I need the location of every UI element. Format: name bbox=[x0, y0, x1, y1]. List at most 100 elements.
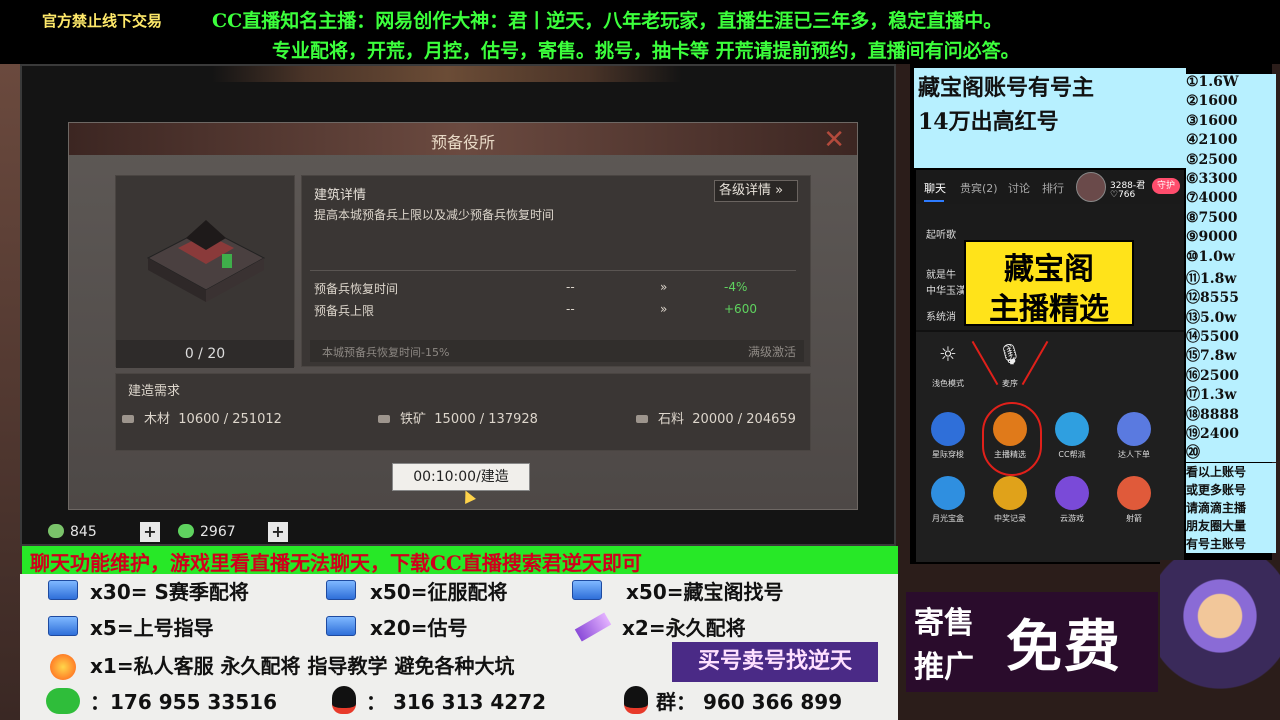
build-requirements: 建造需求 木材 10600 / 251012 铁矿 15000 / 137928… bbox=[115, 373, 811, 451]
notice-text: 聊天功能维护，游戏里看直播无法聊天，下载CC直播搜索君逆天即可 bbox=[30, 551, 642, 575]
building-preview: 0 / 20 bbox=[115, 175, 295, 368]
list-item: ⑤2500 bbox=[1186, 151, 1276, 171]
resource-value: 2967 bbox=[200, 524, 236, 540]
highlight-circle bbox=[982, 402, 1042, 476]
light-mode-icon[interactable]: ☼ bbox=[928, 342, 968, 366]
menu-item-star-travel[interactable]: 星际穿梭 bbox=[920, 412, 976, 460]
active-tab-indicator bbox=[924, 200, 944, 202]
tab-vip[interactable]: 贵宾(2) bbox=[960, 180, 998, 196]
menu-item-cloud-game[interactable]: 云游戏 bbox=[1044, 476, 1100, 524]
account-price-title: 14万出高红号 bbox=[918, 109, 1059, 135]
stat-row: 预备兵恢复时间 -- » -4% bbox=[314, 280, 794, 300]
menu-item-prize-record[interactable]: 中奖记录 bbox=[982, 476, 1038, 524]
price-item: x2=永久配将 bbox=[622, 616, 746, 640]
buy-sell-banner: 买号卖号找逆天 bbox=[672, 642, 878, 682]
menu-item-expert-order[interactable]: 达人下单 bbox=[1106, 412, 1162, 460]
jade-icon bbox=[48, 524, 64, 538]
star-travel-icon bbox=[931, 412, 965, 446]
arrow-icon: » bbox=[660, 280, 668, 294]
stat-current: -- bbox=[566, 302, 575, 316]
price-item: x30= S赛季配将 bbox=[90, 580, 249, 604]
microphone-icon[interactable]: 🎙 bbox=[990, 342, 1030, 366]
stat-row: 预备兵上限 -- » +600 bbox=[314, 302, 794, 322]
game-window: 预备役所 ✕ 0 / 20 建筑详情 各级详情 » 提高本城预备兵上限以及减少预… bbox=[20, 64, 896, 546]
menu-item-moonlight-box[interactable]: 月光宝盒 bbox=[920, 476, 976, 524]
resource-amount: 20000 / 204659 bbox=[692, 412, 796, 427]
list-item: ⑱8888 bbox=[1186, 403, 1276, 424]
full-level-bonus: 本城预备兵恢复时间-15% 满级激活 bbox=[310, 340, 804, 362]
bonus-text: 本城预备兵恢复时间-15% bbox=[322, 346, 450, 359]
resource-name: 石料 bbox=[658, 412, 685, 427]
resource-bar: 845 + 2967 + bbox=[22, 518, 894, 544]
add-jade-button[interactable]: + bbox=[140, 522, 160, 542]
list-item: ⑫8555 bbox=[1186, 287, 1276, 307]
menu-item-cc-guild[interactable]: CC帮派 bbox=[1044, 412, 1100, 460]
left-background bbox=[0, 60, 22, 720]
building-icon bbox=[146, 220, 266, 302]
list-item: ⑪1.8w bbox=[1186, 267, 1276, 288]
price-item: x50=藏宝阁找号 bbox=[626, 580, 784, 604]
fire-icon bbox=[50, 654, 76, 680]
banner-text: 推广 bbox=[914, 650, 974, 685]
requirement-wood: 木材 10600 / 251012 bbox=[122, 408, 282, 427]
wechat-contact: ：176 955 33516 bbox=[90, 690, 278, 714]
list-item: ⑦4000 bbox=[1186, 190, 1276, 210]
qq-group-contact: 群： 960 366 899 bbox=[656, 690, 843, 714]
resource-name: 木材 bbox=[144, 412, 171, 427]
list-item: ⑯2500 bbox=[1186, 364, 1276, 385]
gem-icon bbox=[574, 612, 612, 642]
resource-name: 铁矿 bbox=[400, 412, 427, 427]
tab-discuss[interactable]: 讨论 bbox=[1008, 180, 1030, 196]
note-line: 或更多账号 bbox=[1186, 481, 1276, 499]
menu-label: 星际穿梭 bbox=[932, 450, 964, 459]
archery-icon bbox=[1117, 476, 1151, 510]
moonlight-box-icon bbox=[931, 476, 965, 510]
requirement-iron: 铁矿 15000 / 137928 bbox=[378, 408, 538, 427]
building-description: 提高本城预备兵上限以及减少预备兵恢复时间 bbox=[314, 208, 555, 222]
price-item: x1=私人客服 永久配将 指导教学 避免各种大坑 bbox=[90, 654, 515, 678]
note-line: 请滴滴主播 bbox=[1186, 499, 1276, 517]
resource-value: 845 bbox=[70, 524, 97, 540]
reserve-barracks-dialog: 预备役所 ✕ 0 / 20 建筑详情 各级详情 » 提高本城预备兵上限以及减少预… bbox=[68, 122, 858, 510]
arrow-icon: » bbox=[660, 302, 668, 316]
banner-text: 寄售 bbox=[914, 606, 974, 641]
list-item: ⑧7500 bbox=[1186, 209, 1276, 230]
menu-item-archery[interactable]: 射箭 bbox=[1106, 476, 1162, 524]
add-copper-button[interactable]: + bbox=[268, 522, 288, 542]
building-level-count: 0 / 20 bbox=[116, 340, 294, 368]
list-item: ⑲2400 bbox=[1186, 423, 1276, 443]
price-item: x20=估号 bbox=[370, 616, 468, 640]
guard-button[interactable]: 守护 bbox=[1152, 178, 1180, 194]
promo-line: 藏宝阁 bbox=[1004, 252, 1094, 287]
list-item: ⑥3300 bbox=[1186, 170, 1276, 191]
requirement-stone: 石料 20000 / 204659 bbox=[636, 408, 796, 427]
function-menu: ☼ 浅色模式 🎙 麦序 星际穿梭 主播精选 CC帮派 达人下单 月光宝盒 中奖记… bbox=[916, 332, 1184, 562]
order-icon bbox=[1117, 412, 1151, 446]
menu-label: 月光宝盒 bbox=[932, 514, 964, 523]
mascot-image bbox=[1160, 560, 1280, 720]
build-button[interactable]: 00:10:00/建造 bbox=[392, 463, 530, 491]
tab-chat[interactable]: 聊天 bbox=[924, 180, 946, 196]
resource-jade: 845 bbox=[48, 524, 97, 540]
qq-icon bbox=[332, 686, 356, 714]
level-details-button[interactable]: 各级详情 » bbox=[714, 180, 798, 202]
tab-rank[interactable]: 排行 bbox=[1042, 180, 1064, 196]
game-top-decoration bbox=[212, 66, 682, 82]
chat-message: 系统消 bbox=[926, 312, 956, 323]
top-banner: 官方禁止线下交易 CC直播知名主播：网易创作大神：君丨逆天，八年老玩家，直播生涯… bbox=[0, 0, 1280, 64]
chat-message: 起听歌 bbox=[926, 230, 956, 241]
detail-title: 建筑详情 bbox=[314, 188, 367, 203]
note-line: 朋友圈大量 bbox=[1186, 517, 1276, 535]
wechat-icon bbox=[46, 688, 80, 714]
list-item: ⑳ bbox=[1186, 442, 1276, 462]
qq-contact: ： 316 313 4272 bbox=[366, 690, 547, 714]
warning-tag: 官方禁止线下交易 bbox=[42, 12, 163, 30]
stat-current: -- bbox=[566, 280, 575, 294]
close-icon[interactable]: ✕ bbox=[823, 125, 845, 155]
list-item: ⑨9000 bbox=[1186, 229, 1276, 249]
divider bbox=[310, 270, 796, 271]
chat-message: 中华玉漢 bbox=[926, 286, 966, 297]
avatar[interactable] bbox=[1076, 172, 1106, 202]
list-item: ③1600 bbox=[1186, 112, 1276, 133]
ticket-icon bbox=[48, 580, 78, 600]
